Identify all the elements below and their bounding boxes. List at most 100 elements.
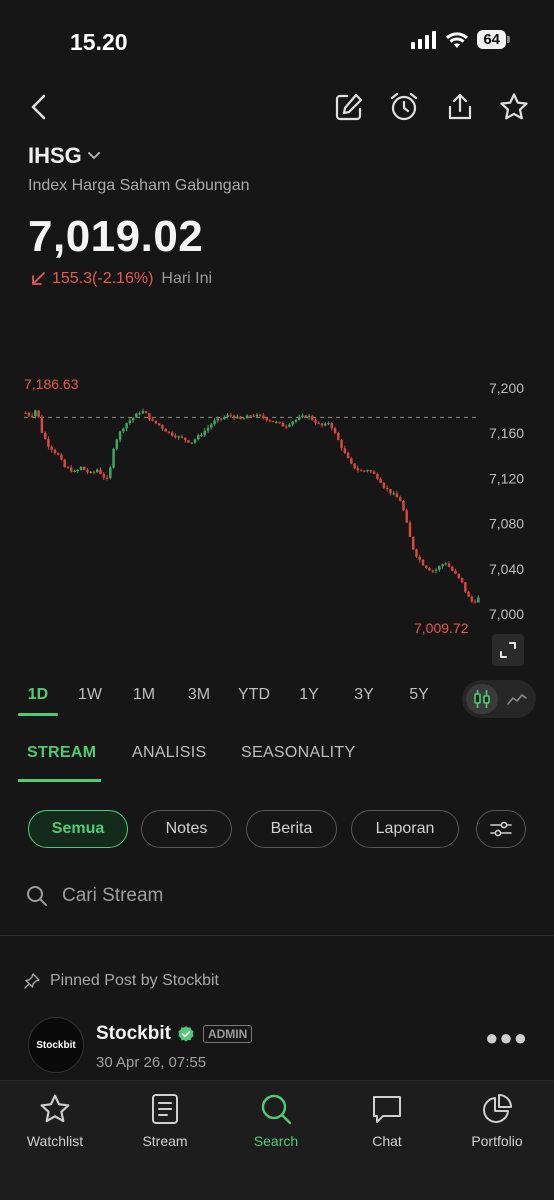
cellular-signal-icon <box>411 30 437 49</box>
candle-body <box>66 467 70 469</box>
y-tick-label: 7,160 <box>489 425 524 441</box>
candle-body <box>327 423 330 425</box>
candle-body <box>89 471 93 473</box>
verified-badge-icon <box>178 1026 194 1042</box>
share-icon <box>448 93 472 120</box>
candle-body <box>441 564 444 567</box>
nav-label-stream: Stream <box>142 1133 188 1149</box>
price-change: 155.3(-2.16%) Hari Ini <box>30 270 212 288</box>
candle-body <box>170 432 174 436</box>
period-tab-ytd[interactable]: YTD <box>238 686 270 704</box>
period-tab-1m[interactable]: 1M <box>133 686 155 704</box>
candle-body <box>138 413 141 415</box>
candle-body <box>141 411 145 414</box>
period-tab-5y[interactable]: 5Y <box>409 686 429 704</box>
edit-note-button[interactable] <box>332 90 366 124</box>
candle-body <box>69 467 73 472</box>
candle-body <box>333 428 337 433</box>
candle-body <box>464 582 467 592</box>
nav-portfolio[interactable]: Portfolio <box>447 1093 547 1149</box>
candle-body <box>330 423 334 429</box>
candle-body <box>418 556 421 560</box>
candle-body <box>112 448 115 468</box>
candle-body <box>346 452 350 459</box>
candle-body <box>389 489 392 494</box>
candle-body <box>460 577 464 583</box>
candle-body <box>294 419 298 422</box>
stream-filter-chips: Semua Notes Berita Laporan <box>0 810 554 850</box>
chip-semua[interactable]: Semua <box>28 810 128 848</box>
period-tab-3m[interactable]: 3M <box>188 686 210 704</box>
candle-body <box>216 418 220 421</box>
candle-body <box>151 419 154 421</box>
candle-body <box>174 435 177 438</box>
tab-seasonality[interactable]: SEASONALITY <box>241 744 355 762</box>
period-tab-1w[interactable]: 1W <box>78 686 102 704</box>
nav-search[interactable]: Search <box>226 1093 326 1149</box>
tab-stream[interactable]: STREAM <box>27 744 96 762</box>
nav-label-portfolio: Portfolio <box>471 1133 523 1149</box>
nav-chat[interactable]: Chat <box>337 1093 437 1149</box>
search-input[interactable]: Cari Stream <box>62 885 163 907</box>
tab-analisis[interactable]: ANALISIS <box>132 744 206 762</box>
chevron-down-icon <box>87 152 100 160</box>
chip-laporan[interactable]: Laporan <box>351 810 459 848</box>
candle-body <box>50 446 53 450</box>
candle-body <box>197 435 200 440</box>
ticker-symbol: IHSG <box>28 143 82 168</box>
line-chart-button[interactable] <box>502 684 532 714</box>
filter-settings-button[interactable] <box>476 810 526 848</box>
y-tick-label: 7,200 <box>489 380 524 396</box>
expand-chart-button[interactable] <box>492 634 524 666</box>
candlestick-chart-button[interactable] <box>466 684 498 714</box>
candle-body <box>363 470 366 472</box>
period-tab-1y[interactable]: 1Y <box>299 686 319 704</box>
candle-body <box>40 416 44 433</box>
period-tab-3y[interactable]: 3Y <box>354 686 374 704</box>
candle-body <box>288 424 291 427</box>
ticker-selector[interactable]: IHSG <box>28 143 100 169</box>
post-author-row: Stockbit ADMIN <box>96 1023 253 1045</box>
candle-body <box>219 418 223 420</box>
candle-body <box>369 470 373 472</box>
candle-body <box>190 442 193 444</box>
watchlist-star-button[interactable] <box>497 90 531 124</box>
candle-body <box>454 570 457 574</box>
nav-watchlist[interactable]: Watchlist <box>5 1093 105 1149</box>
candle-body <box>304 415 307 418</box>
nav-stream[interactable]: Stream <box>115 1093 215 1149</box>
candle-body <box>193 439 197 443</box>
price-alert-button[interactable] <box>387 90 421 124</box>
chip-berita[interactable]: Berita <box>246 810 337 848</box>
candle-body <box>402 500 405 511</box>
post-card[interactable]: Stockbit Stockbit ADMIN 30 Apr 26, 07:55… <box>28 1017 528 1077</box>
pie-chart-icon <box>483 1094 512 1123</box>
period-tab-1d[interactable]: 1D <box>28 686 48 704</box>
avatar[interactable]: Stockbit <box>28 1017 84 1073</box>
star-icon <box>40 1094 70 1123</box>
nav-label-chat: Chat <box>372 1133 402 1149</box>
candle-body <box>232 415 236 419</box>
price-chart[interactable]: 7,200 7,160 7,120 7,080 7,040 7,000 7,186.63 7,… <box>0 360 554 660</box>
status-time: 15.20 <box>70 29 128 55</box>
wifi-icon <box>446 31 469 48</box>
candle-body <box>395 493 399 498</box>
more-options-button[interactable]: ●●● <box>485 1025 528 1051</box>
candle-body <box>434 569 438 571</box>
y-tick-label: 7,120 <box>489 470 524 486</box>
share-button[interactable] <box>443 90 477 124</box>
candle-body <box>206 427 210 431</box>
y-tick-label: 7,000 <box>489 606 524 622</box>
back-button[interactable] <box>22 90 56 124</box>
candle-body <box>385 487 389 490</box>
nav-label-watchlist: Watchlist <box>26 1133 84 1149</box>
candle-body <box>317 423 321 425</box>
candle-body <box>73 470 76 472</box>
chevron-left-icon <box>31 94 46 120</box>
chip-notes[interactable]: Notes <box>141 810 232 848</box>
stream-search[interactable]: Cari Stream <box>26 885 163 907</box>
candle-body <box>53 449 57 453</box>
post-author[interactable]: Stockbit <box>96 1023 171 1045</box>
candle-body <box>226 415 229 418</box>
change-period: Hari Ini <box>161 270 213 287</box>
